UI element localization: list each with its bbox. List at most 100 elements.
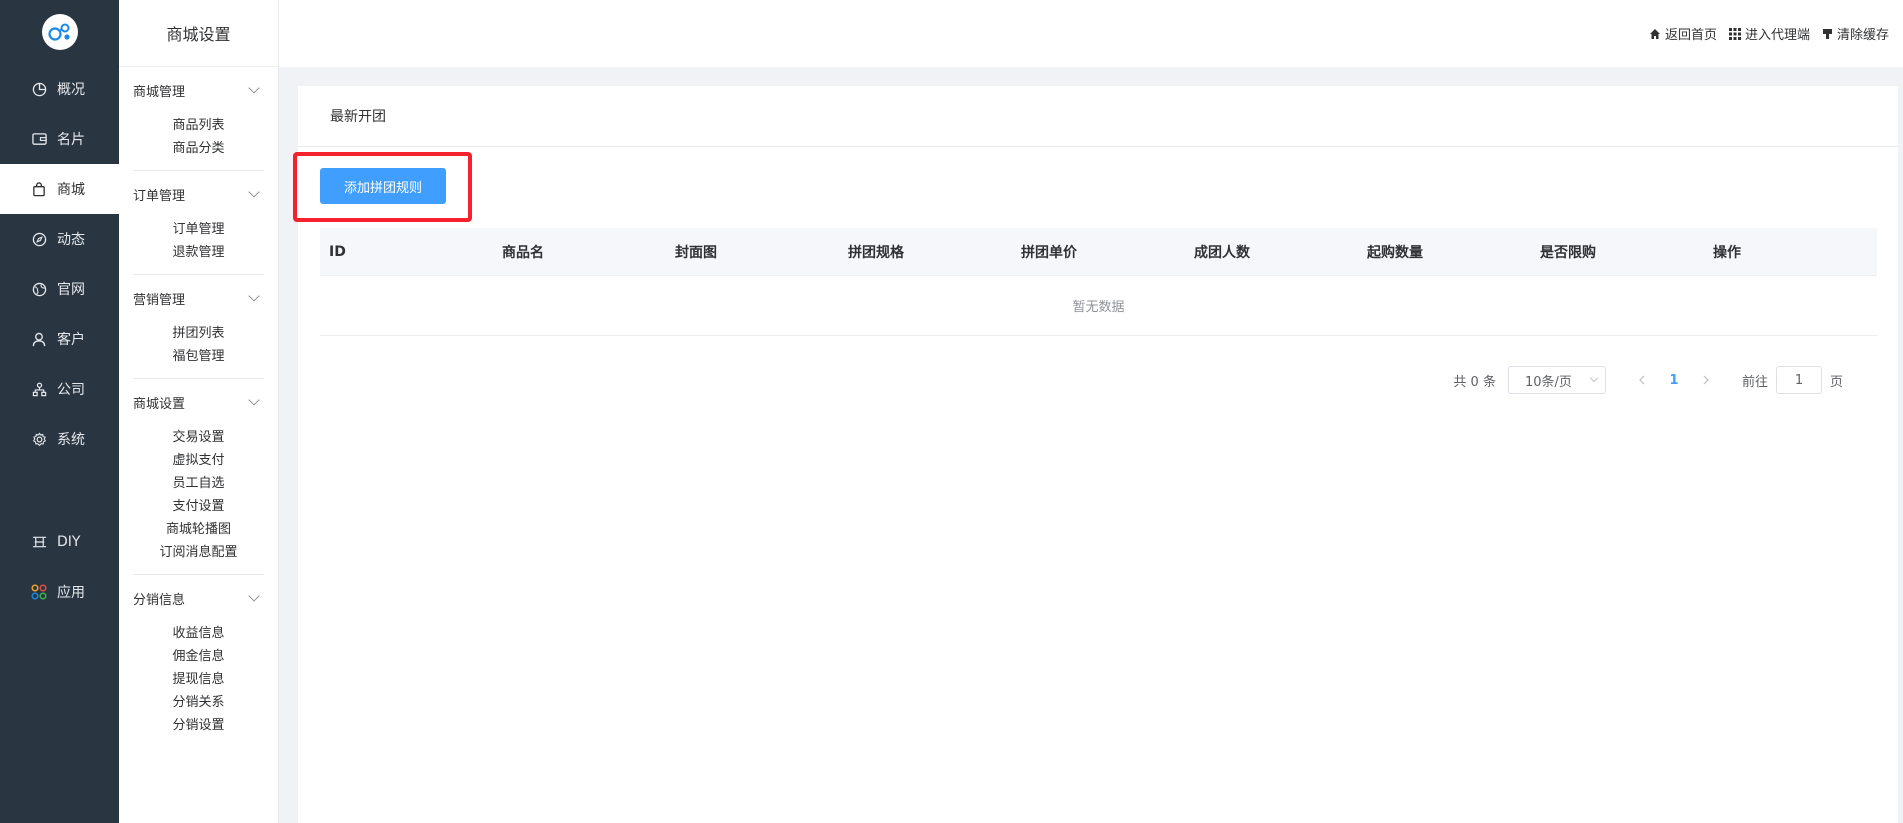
column-header: ID	[329, 243, 346, 260]
page-size-value: 10条/页	[1524, 374, 1572, 390]
column-header: 操作	[1713, 244, 1741, 261]
nav-item-system[interactable]: 系统	[0, 414, 119, 464]
column-header: 起购数量	[1367, 244, 1423, 261]
home-link[interactable]: 返回首页	[1649, 24, 1717, 43]
content-card: 最新开团 添加拼团规则 ID 商品名 封面图 拼团规格 拼团单价 成团人数 起购数量 是否限购…	[293, 86, 1898, 823]
goto-page-input[interactable]	[1775, 366, 1822, 394]
goto-prefix: 前往	[1741, 374, 1768, 390]
grid-icon	[1728, 27, 1741, 40]
logo-icon	[41, 14, 78, 50]
sidebar-item[interactable]: 员工自选	[133, 472, 264, 495]
chevron-right-icon	[1703, 375, 1709, 385]
nav-item-website[interactable]: 官网	[0, 264, 119, 314]
sidebar-item[interactable]: 拼团列表	[133, 322, 264, 345]
sidebar-item[interactable]: 退款管理	[133, 241, 264, 264]
nav-item-label: 概况	[57, 82, 85, 98]
page-number-current[interactable]: 1	[1658, 366, 1690, 394]
next-page-button[interactable]	[1690, 366, 1722, 394]
nav-item-card[interactable]: 名片	[0, 114, 119, 164]
nav-item-diy[interactable]: DIY	[0, 517, 119, 567]
sidebar-group: 分销信息收益信息 佣金信息 提现信息 分销关系 分销设置	[133, 575, 264, 747]
user-icon	[31, 331, 47, 347]
sidebar-group-label: 商城设置	[133, 396, 186, 412]
nav-item-label: 应用	[57, 585, 85, 601]
nav-item-label: 系统	[57, 432, 85, 448]
nav-item-label: 官网	[57, 282, 85, 298]
nav-item-overview[interactable]: 概况	[0, 64, 119, 114]
chevron-left-icon	[1639, 375, 1645, 385]
sidebar-item[interactable]: 分销关系	[133, 691, 264, 714]
sub-sidebar: 商城设置 商城管理 商品列表 商品分类 订单管理 订单管理 退款管理 营销管理 拼团列表 福包管…	[119, 0, 279, 823]
sidebar-item[interactable]: 虚拟支付	[133, 449, 264, 472]
agent-link[interactable]: 进入代理端	[1728, 24, 1810, 43]
sidebar-group-label: 订单管理	[133, 188, 186, 204]
nav-item-label: 名片	[57, 132, 85, 148]
goto-page: 前往 页	[1742, 366, 1843, 394]
sidebar-group-title[interactable]: 分销信息	[133, 587, 264, 609]
sidebar-group-title[interactable]: 商城设置	[133, 391, 264, 413]
sidebar-item[interactable]: 商品分类	[133, 137, 264, 160]
sidebar-group-label: 分销信息	[133, 592, 186, 608]
brush-icon	[1822, 28, 1832, 39]
sidebar-item[interactable]: 收益信息	[133, 622, 264, 645]
sidebar-item[interactable]: 商城轮播图	[133, 518, 264, 541]
goto-suffix: 页	[1829, 374, 1843, 390]
add-group-rule-button[interactable]: 添加拼团规则	[320, 168, 446, 204]
column-header: 是否限购	[1540, 244, 1596, 261]
sidebar-item[interactable]: 提现信息	[133, 668, 264, 691]
nav-item-customer[interactable]: 客户	[0, 314, 119, 364]
sidebar-item[interactable]: 交易设置	[133, 426, 264, 449]
chevron-down-icon	[248, 394, 260, 406]
sidebar-group-label: 商城管理	[133, 84, 186, 100]
wallet-icon	[31, 131, 47, 147]
sidebar-group: 商城设置交易设置 虚拟支付 员工自选 支付设置 商城轮播图 订阅消息配置	[133, 379, 264, 575]
sidebar-item[interactable]: 佣金信息	[133, 645, 264, 668]
nav-item-label: 商城	[57, 182, 85, 198]
sidebar-group: 订单管理 订单管理 退款管理	[133, 171, 264, 275]
nav-item-company[interactable]: 公司	[0, 364, 119, 414]
nav-item-label: DIY	[57, 534, 81, 550]
sidebar-group-title[interactable]: 订单管理	[133, 183, 264, 205]
pagination: 共 0 条 10条/页 1 前往 页	[1453, 366, 1843, 394]
apps-grid-icon	[31, 584, 47, 600]
compass-icon	[31, 231, 47, 247]
sidebar-item[interactable]: 订阅消息配置	[133, 541, 264, 564]
nav-item-label: 公司	[57, 382, 85, 398]
page-size-select[interactable]: 10条/页	[1507, 366, 1606, 394]
nav-item-apps[interactable]: 应用	[0, 567, 119, 617]
chevron-down-icon	[248, 590, 260, 602]
nav-item-label: 客户	[57, 332, 85, 348]
clear-cache-link[interactable]: 清除缓存	[1822, 24, 1889, 43]
column-header: 成团人数	[1194, 244, 1250, 261]
app-logo[interactable]	[0, 0, 119, 64]
sidebar-item[interactable]: 分销设置	[133, 714, 264, 737]
chevron-down-icon	[248, 290, 260, 302]
column-header: 拼团单价	[1021, 244, 1077, 261]
sidebar-item[interactable]: 订单管理	[133, 218, 264, 241]
shopping-bag-icon	[31, 181, 47, 197]
pagination-total: 共 0 条	[1453, 374, 1496, 390]
nav-item-mall[interactable]: 商城	[0, 164, 119, 214]
diy-icon	[31, 534, 47, 550]
sidebar-group-label: 营销管理	[133, 292, 186, 308]
chevron-down-icon	[1589, 373, 1599, 383]
home-icon	[1649, 28, 1660, 39]
sidebar-group-title[interactable]: 商城管理	[133, 79, 264, 101]
pie-chart-icon	[31, 81, 47, 97]
tab-latest-groups[interactable]: 最新开团	[298, 86, 1898, 147]
sidebar-item[interactable]: 福包管理	[133, 345, 264, 368]
sidebar-group: 商城管理商品列表 商品分类	[133, 67, 264, 171]
empty-state: 暂无数据	[320, 276, 1877, 336]
sidebar-group-title[interactable]: 营销管理	[133, 287, 264, 309]
chevron-down-icon	[248, 186, 260, 198]
sidebar-item[interactable]: 支付设置	[133, 495, 264, 518]
prev-page-button[interactable]	[1626, 366, 1658, 394]
nav-item-feed[interactable]: 动态	[0, 214, 119, 264]
column-header: 封面图	[675, 244, 717, 261]
sidebar-title: 商城设置	[119, 0, 278, 67]
org-tree-icon	[31, 381, 47, 397]
tab-label: 最新开团	[330, 109, 386, 125]
nav-item-label: 动态	[57, 232, 85, 248]
sidebar-item[interactable]: 商品列表	[133, 114, 264, 137]
agent-link-label: 进入代理端	[1744, 28, 1810, 43]
